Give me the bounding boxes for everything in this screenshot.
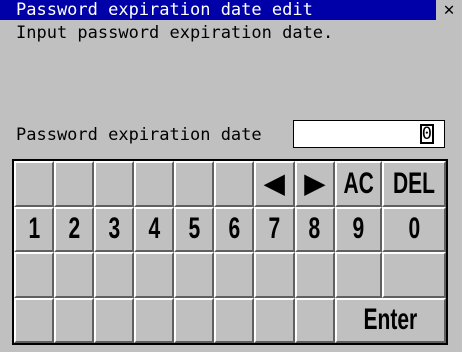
close-button[interactable]: ✕ xyxy=(436,0,462,20)
digit-key-9[interactable]: 9 xyxy=(334,206,382,252)
delete-key[interactable]: DEL xyxy=(382,161,446,207)
arrow-right-icon: ▶ xyxy=(304,168,325,199)
blank-key[interactable] xyxy=(94,297,135,343)
digit-key-0[interactable]: 0 xyxy=(382,206,446,252)
digit-key-4[interactable]: 4 xyxy=(134,206,175,252)
instruction-text: Input password expiration date. xyxy=(16,23,334,43)
digit-key-8[interactable]: 8 xyxy=(294,206,335,252)
window-title: Password expiration date edit xyxy=(16,0,313,20)
blank-key[interactable] xyxy=(214,161,255,207)
blank-key[interactable] xyxy=(174,252,215,298)
blank-key[interactable] xyxy=(14,161,55,207)
blank-key[interactable] xyxy=(254,297,295,343)
digit-key-5[interactable]: 5 xyxy=(174,206,215,252)
blank-key[interactable] xyxy=(294,252,335,298)
blank-key[interactable] xyxy=(14,297,55,343)
expiration-date-label: Password expiration date xyxy=(16,125,262,145)
digit-key-2[interactable]: 2 xyxy=(54,206,95,252)
blank-key[interactable] xyxy=(54,297,95,343)
blank-key[interactable] xyxy=(134,252,175,298)
digit-key-7[interactable]: 7 xyxy=(254,206,295,252)
blank-key[interactable] xyxy=(54,252,95,298)
expiration-date-input[interactable]: 0 xyxy=(293,120,445,148)
blank-key[interactable] xyxy=(134,161,175,207)
digit-key-3[interactable]: 3 xyxy=(94,206,135,252)
blank-key[interactable] xyxy=(54,161,95,207)
all-clear-key[interactable]: AC xyxy=(334,161,382,207)
blank-key[interactable] xyxy=(94,161,135,207)
blank-key[interactable] xyxy=(214,252,255,298)
blank-key[interactable] xyxy=(174,297,215,343)
keypad: ◀ ▶ AC DEL 1 2 3 4 5 6 7 8 9 0 Enter xyxy=(12,159,448,345)
blank-key[interactable] xyxy=(94,252,135,298)
arrow-left-icon: ◀ xyxy=(264,168,285,199)
cursor-left-key[interactable]: ◀ xyxy=(254,161,295,207)
digit-key-6[interactable]: 6 xyxy=(214,206,255,252)
blank-key[interactable] xyxy=(254,252,295,298)
blank-key[interactable] xyxy=(294,297,335,343)
cursor-right-key[interactable]: ▶ xyxy=(294,161,335,207)
blank-key[interactable] xyxy=(174,161,215,207)
digit-key-1[interactable]: 1 xyxy=(14,206,55,252)
blank-key[interactable] xyxy=(14,252,55,298)
blank-key[interactable] xyxy=(214,297,255,343)
enter-key[interactable]: Enter xyxy=(334,297,446,343)
blank-key[interactable] xyxy=(134,297,175,343)
expiration-date-value: 0 xyxy=(419,123,434,145)
blank-key[interactable] xyxy=(382,252,446,298)
blank-key[interactable] xyxy=(334,252,382,298)
